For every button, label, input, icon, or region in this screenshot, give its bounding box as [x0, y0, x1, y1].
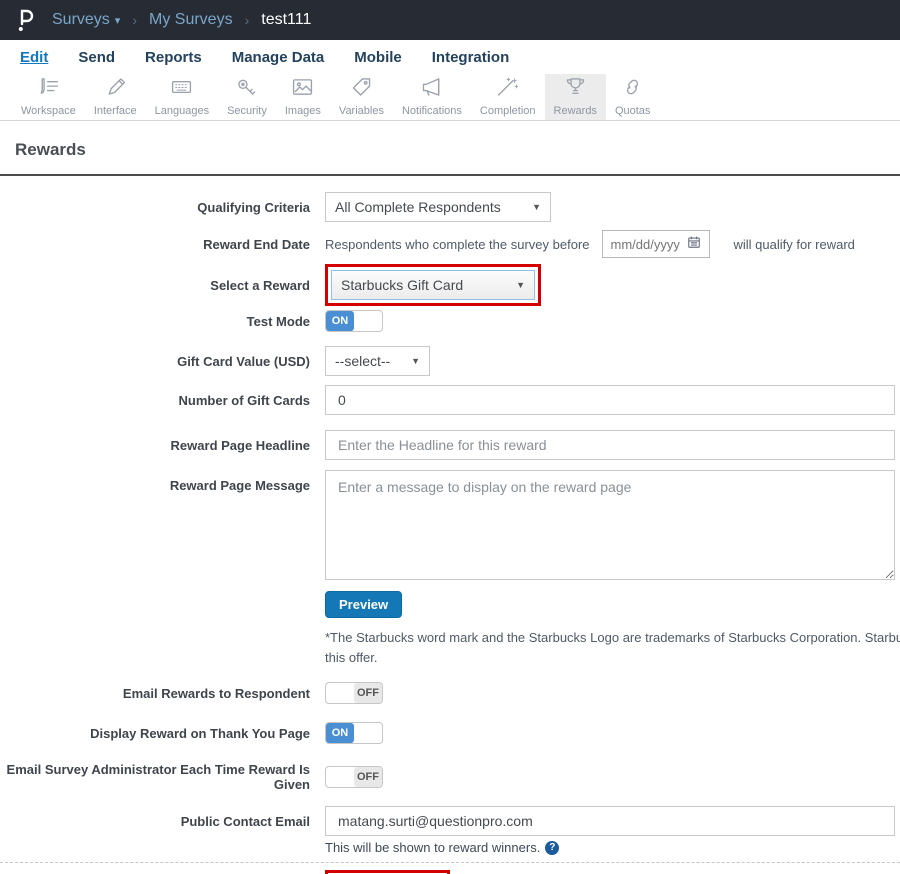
gift-card-value-select[interactable]: --select-- ▼ [325, 346, 430, 376]
toolbar-item-security[interactable]: Security [218, 74, 276, 120]
select-caret-icon: ▼ [411, 356, 420, 366]
breadcrumb-my-surveys[interactable]: My Surveys [149, 11, 233, 29]
email-rewards-toggle[interactable]: OFF [325, 682, 383, 704]
reward-page-message-textarea[interactable] [325, 470, 895, 580]
preview-button[interactable]: Preview [325, 591, 402, 618]
toolbar-item-images[interactable]: Images [276, 74, 330, 120]
display-reward-toggle[interactable]: ON [325, 722, 383, 744]
tab-integration[interactable]: Integration [432, 49, 510, 66]
questionpro-logo-icon[interactable] [14, 7, 36, 33]
reward-page-headline-label: Reward Page Headline [0, 438, 310, 453]
toolbar-item-interface[interactable]: Interface [85, 74, 146, 120]
qualifying-criteria-select[interactable]: All Complete Respondents ▼ [325, 192, 551, 222]
select-reward-select[interactable]: Starbucks Gift Card ▼ [331, 270, 535, 300]
pen-list-icon [36, 76, 61, 103]
breadcrumb-separator: › [245, 12, 250, 28]
public-contact-email-label: Public Contact Email [0, 806, 310, 829]
reward-page-message-label: Reward Page Message [0, 470, 310, 493]
key-icon [234, 76, 259, 103]
starbucks-disclaimer-text: *The Starbucks word mark and the Starbuc… [325, 628, 900, 668]
breadcrumb-separator: › [132, 12, 137, 28]
toolbar-item-rewards[interactable]: Rewards [545, 74, 606, 120]
edit-toolbar: Workspace Interface Languages Security I… [0, 74, 900, 121]
megaphone-icon [419, 76, 444, 103]
annotation-highlight-save: Save Changes [325, 870, 450, 874]
toolbar-item-workspace[interactable]: Workspace [12, 74, 85, 120]
magic-wand-icon [495, 76, 520, 103]
email-admin-label: Email Survey Administrator Each Time Rew… [0, 762, 310, 792]
toolbar-item-completion[interactable]: Completion [471, 74, 545, 120]
tab-mobile[interactable]: Mobile [354, 49, 402, 66]
number-of-gift-cards-label: Number of Gift Cards [0, 393, 310, 408]
reward-end-date-label: Reward End Date [0, 237, 310, 252]
end-date-field[interactable] [602, 230, 710, 258]
tab-send[interactable]: Send [78, 49, 115, 66]
test-mode-toggle[interactable]: ON [325, 310, 383, 332]
email-rewards-label: Email Rewards to Respondent [0, 686, 310, 701]
reward-page-headline-input[interactable] [325, 430, 895, 460]
help-icon[interactable]: ? [545, 841, 559, 855]
toolbar-item-notifications[interactable]: Notifications [393, 74, 471, 120]
toolbar-item-quotas[interactable]: Quotas [606, 74, 659, 120]
top-bar: Surveys▾ › My Surveys › test111 [0, 0, 900, 40]
toolbar-item-variables[interactable]: Variables [330, 74, 393, 120]
select-reward-label: Select a Reward [0, 278, 310, 293]
page-title: Rewards [0, 121, 900, 174]
end-date-prefix-text: Respondents who complete the survey befo… [325, 237, 590, 252]
annotation-highlight-select-reward: Starbucks Gift Card ▼ [325, 264, 541, 306]
section-divider-dashed [0, 862, 900, 863]
tag-icon [349, 76, 374, 103]
tab-manage-data[interactable]: Manage Data [232, 49, 325, 66]
rewards-form: Qualifying Criteria All Complete Respond… [0, 176, 900, 855]
public-contact-email-input[interactable] [325, 806, 895, 836]
number-of-gift-cards-input[interactable] [325, 385, 895, 415]
calendar-icon[interactable] [687, 235, 701, 254]
trophy-icon [563, 76, 588, 103]
gift-card-value-label: Gift Card Value (USD) [0, 354, 310, 369]
breadcrumb-surveys[interactable]: Surveys▾ [52, 11, 120, 29]
select-caret-icon: ▼ [516, 280, 525, 290]
chevron-down-icon: ▾ [115, 15, 121, 27]
tab-edit[interactable]: Edit [20, 49, 48, 66]
email-admin-toggle[interactable]: OFF [325, 766, 383, 788]
chain-link-icon [620, 76, 645, 103]
toolbar-item-languages[interactable]: Languages [146, 74, 218, 120]
tab-reports[interactable]: Reports [145, 49, 202, 66]
picture-icon [290, 76, 315, 103]
qualifying-criteria-label: Qualifying Criteria [0, 200, 310, 215]
public-email-helper-text: This will be shown to reward winners. [325, 840, 540, 855]
end-date-suffix-text: will qualify for reward [734, 237, 855, 252]
breadcrumb-current-survey: test111 [261, 11, 311, 29]
keyboard-icon [169, 76, 194, 103]
end-date-input[interactable] [611, 237, 687, 252]
design-pen-icon [103, 76, 128, 103]
select-caret-icon: ▼ [532, 202, 541, 212]
test-mode-label: Test Mode [0, 314, 310, 329]
main-nav-tabs: Edit Send Reports Manage Data Mobile Int… [0, 40, 900, 74]
display-reward-label: Display Reward on Thank You Page [0, 726, 310, 741]
